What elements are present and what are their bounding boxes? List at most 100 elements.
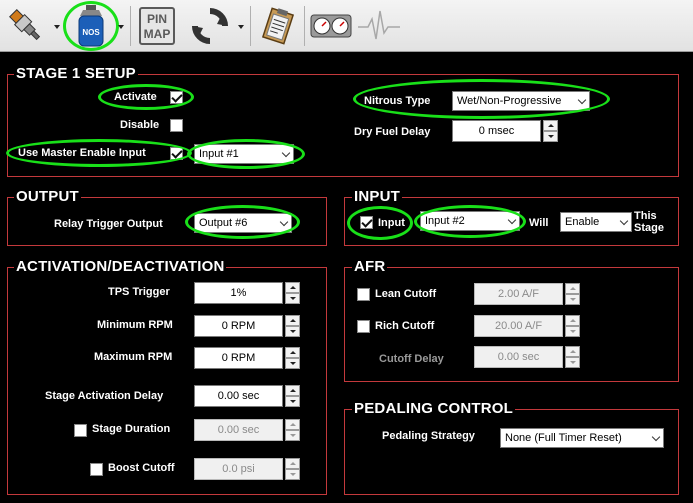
this-stage-label-2: Stage	[634, 222, 664, 234]
chevron-down-icon	[619, 216, 629, 226]
lean-cutoff-value: 2.00 A/F	[474, 283, 563, 305]
spin-up-icon[interactable]	[285, 347, 300, 358]
spin-up-icon[interactable]	[543, 120, 558, 131]
nos-logo-text: NOS	[82, 28, 100, 37]
boost-cutoff-label: Boost Cutoff	[108, 462, 175, 474]
pin-map-label-map: MAP	[143, 27, 171, 41]
injector-icon[interactable]	[4, 6, 48, 46]
stage-activation-delay-label: Stage Activation Delay	[45, 390, 164, 402]
injector-dropdown-icon[interactable]	[54, 25, 60, 29]
input-title: INPUT	[352, 188, 402, 205]
cutoff-delay-label: Cutoff Delay	[379, 353, 444, 365]
spin-down-icon[interactable]	[285, 396, 300, 407]
minimum-rpm-value[interactable]: 0 RPM	[194, 315, 283, 337]
input-checkbox[interactable]	[360, 216, 373, 229]
cutoff-delay-spinner: 0.00 sec	[474, 346, 580, 368]
spin-up-icon	[565, 315, 580, 326]
activation-title: ACTIVATION/DEACTIVATION	[14, 258, 227, 275]
pedaling-title: PEDALING CONTROL	[352, 400, 516, 417]
chevron-down-icon	[651, 432, 661, 442]
input-select-value: Input #2	[425, 215, 465, 227]
toolbar-separator	[304, 6, 305, 46]
spin-up-icon[interactable]	[285, 385, 300, 396]
pin-map-icon[interactable]: PIN MAP	[137, 6, 177, 46]
spin-up-icon[interactable]	[285, 315, 300, 326]
stage-duration-value: 0.00 sec	[194, 419, 283, 441]
stage1-setup-panel	[7, 74, 679, 177]
spin-up-icon[interactable]	[285, 282, 300, 293]
boost-cutoff-value: 0.0 psi	[194, 458, 283, 480]
activate-label: Activate	[114, 91, 157, 103]
pedaling-strategy-select[interactable]: None (Full Timer Reset)	[500, 428, 664, 448]
spin-down-icon[interactable]	[543, 131, 558, 142]
toolbar-separator	[250, 6, 251, 46]
rich-cutoff-label: Rich Cutoff	[375, 320, 435, 332]
cutoff-delay-value: 0.00 sec	[474, 346, 563, 368]
stage-activation-delay-spinner[interactable]: 0.00 sec	[194, 385, 300, 407]
spin-up-icon	[285, 458, 300, 469]
input-select[interactable]: Input #2	[420, 211, 520, 231]
refresh-icon[interactable]	[188, 6, 232, 46]
nos-bottle-icon[interactable]: NOS	[66, 3, 116, 49]
dry-fuel-delay-value[interactable]: 0 msec	[452, 120, 541, 142]
activate-checkbox[interactable]	[170, 91, 183, 104]
spin-up-icon	[565, 283, 580, 294]
stage1-setup-title: STAGE 1 SETUP	[14, 65, 138, 82]
will-label: Will	[529, 217, 549, 229]
tps-trigger-label: TPS Trigger	[108, 286, 170, 298]
stage-duration-checkbox[interactable]	[74, 424, 87, 437]
pin-map-label-pin: PIN	[146, 12, 167, 26]
use-master-enable-checkbox[interactable]	[170, 147, 183, 160]
pedaling-strategy-label: Pedaling Strategy	[382, 430, 475, 442]
spin-down-icon[interactable]	[285, 326, 300, 337]
disable-label: Disable	[120, 119, 160, 131]
nos-dropdown-icon[interactable]	[118, 25, 124, 29]
maximum-rpm-label: Maximum RPM	[94, 351, 173, 363]
maximum-rpm-value[interactable]: 0 RPM	[194, 347, 283, 369]
tps-trigger-spinner[interactable]: 1%	[194, 282, 300, 304]
nitrous-type-select[interactable]: Wet/Non-Progressive	[452, 91, 590, 111]
lean-cutoff-spinner: 2.00 A/F	[474, 283, 580, 305]
spin-down-icon	[565, 294, 580, 305]
afr-title: AFR	[352, 258, 388, 275]
dry-fuel-delay-label: Dry Fuel Delay	[354, 126, 431, 138]
chevron-down-icon	[507, 215, 517, 225]
chevron-down-icon	[281, 148, 291, 158]
rich-cutoff-spinner: 20.00 A/F	[474, 315, 580, 337]
will-select[interactable]: Enable	[560, 212, 632, 232]
pedaling-strategy-value: None (Full Timer Reset)	[505, 432, 622, 444]
maximum-rpm-spinner[interactable]: 0 RPM	[194, 347, 300, 369]
spin-up-icon	[565, 346, 580, 357]
tps-trigger-value[interactable]: 1%	[194, 282, 283, 304]
stage-duration-label: Stage Duration	[92, 423, 171, 435]
output-title: OUTPUT	[14, 188, 81, 205]
minimum-rpm-label: Minimum RPM	[97, 319, 173, 331]
will-select-value: Enable	[565, 216, 600, 228]
spin-down-icon[interactable]	[285, 358, 300, 369]
toolbar: NOS PIN MAP	[0, 0, 693, 52]
spin-down-icon	[285, 469, 300, 480]
spin-down-icon	[565, 357, 580, 368]
rich-cutoff-checkbox[interactable]	[357, 320, 370, 333]
toolbar-separator	[130, 6, 131, 46]
minimum-rpm-spinner[interactable]: 0 RPM	[194, 315, 300, 337]
clipboard-icon[interactable]	[256, 6, 300, 46]
dry-fuel-delay-spinner[interactable]: 0 msec	[452, 120, 558, 142]
lean-cutoff-label: Lean Cutoff	[375, 288, 437, 300]
chevron-down-icon	[279, 217, 289, 227]
waveform-icon[interactable]	[357, 8, 401, 44]
spin-down-icon[interactable]	[285, 293, 300, 304]
disable-checkbox[interactable]	[170, 119, 183, 132]
lean-cutoff-checkbox[interactable]	[357, 288, 370, 301]
relay-trigger-label: Relay Trigger Output	[54, 218, 163, 230]
gauges-icon[interactable]	[309, 12, 353, 40]
refresh-dropdown-icon[interactable]	[238, 25, 244, 29]
relay-trigger-select[interactable]: Output #6	[194, 213, 292, 233]
boost-cutoff-spinner: 0.0 psi	[194, 458, 300, 480]
master-input-select[interactable]: Input #1	[194, 144, 294, 164]
spin-down-icon	[285, 430, 300, 441]
stage-activation-delay-value[interactable]: 0.00 sec	[194, 385, 283, 407]
master-input-value: Input #1	[199, 148, 239, 160]
boost-cutoff-checkbox[interactable]	[90, 463, 103, 476]
spin-down-icon	[565, 326, 580, 337]
